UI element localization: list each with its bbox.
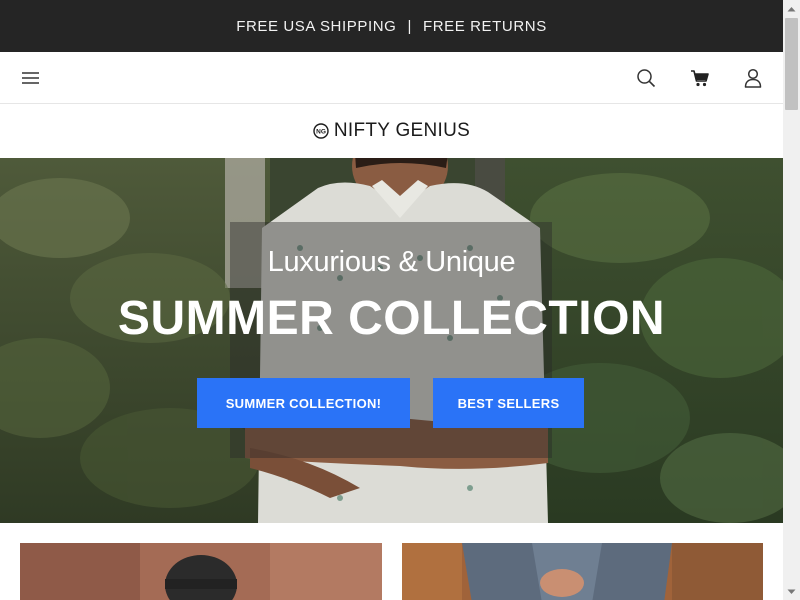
hero-subtitle: Luxurious & Unique bbox=[267, 246, 516, 278]
promo-returns-text: FREE RETURNS bbox=[422, 17, 547, 35]
logo-mark-icon: NG bbox=[313, 123, 329, 139]
user-icon[interactable] bbox=[742, 67, 764, 89]
category-card-left-image bbox=[20, 543, 382, 600]
page: FREE USA SHIPPING | FREE RETURNS NG NIFT… bbox=[0, 0, 783, 600]
scrollbar-thumb[interactable] bbox=[785, 18, 798, 110]
hero-banner: Luxurious & Unique SUMMER COLLECTION SUM… bbox=[0, 158, 783, 523]
search-icon[interactable] bbox=[635, 67, 657, 89]
category-cards bbox=[0, 523, 783, 600]
scroll-down-arrow-icon[interactable] bbox=[783, 583, 800, 600]
logo-bar: NG NIFTY GENIUS bbox=[0, 104, 783, 158]
promo-separator: | bbox=[407, 17, 412, 35]
promo-bar: FREE USA SHIPPING | FREE RETURNS bbox=[0, 0, 783, 52]
vertical-scrollbar[interactable] bbox=[783, 0, 800, 600]
svg-text:NG: NG bbox=[316, 129, 326, 136]
nav-bar bbox=[0, 52, 783, 104]
category-card-right-image bbox=[402, 543, 763, 600]
promo-shipping-text: FREE USA SHIPPING bbox=[236, 17, 397, 35]
best-sellers-button[interactable]: BEST SELLERS bbox=[433, 378, 584, 428]
cart-icon[interactable] bbox=[689, 67, 711, 89]
scroll-up-arrow-icon[interactable] bbox=[783, 0, 800, 17]
brand-logo[interactable]: NG NIFTY GENIUS bbox=[313, 120, 470, 142]
category-card-right[interactable] bbox=[402, 543, 763, 600]
hero-title: SUMMER COLLECTION bbox=[117, 292, 666, 345]
brand-name: NIFTY GENIUS bbox=[333, 120, 471, 141]
hamburger-menu-icon[interactable] bbox=[20, 67, 42, 89]
category-card-left[interactable] bbox=[20, 543, 382, 600]
summer-collection-button[interactable]: SUMMER COLLECTION! bbox=[197, 378, 410, 428]
